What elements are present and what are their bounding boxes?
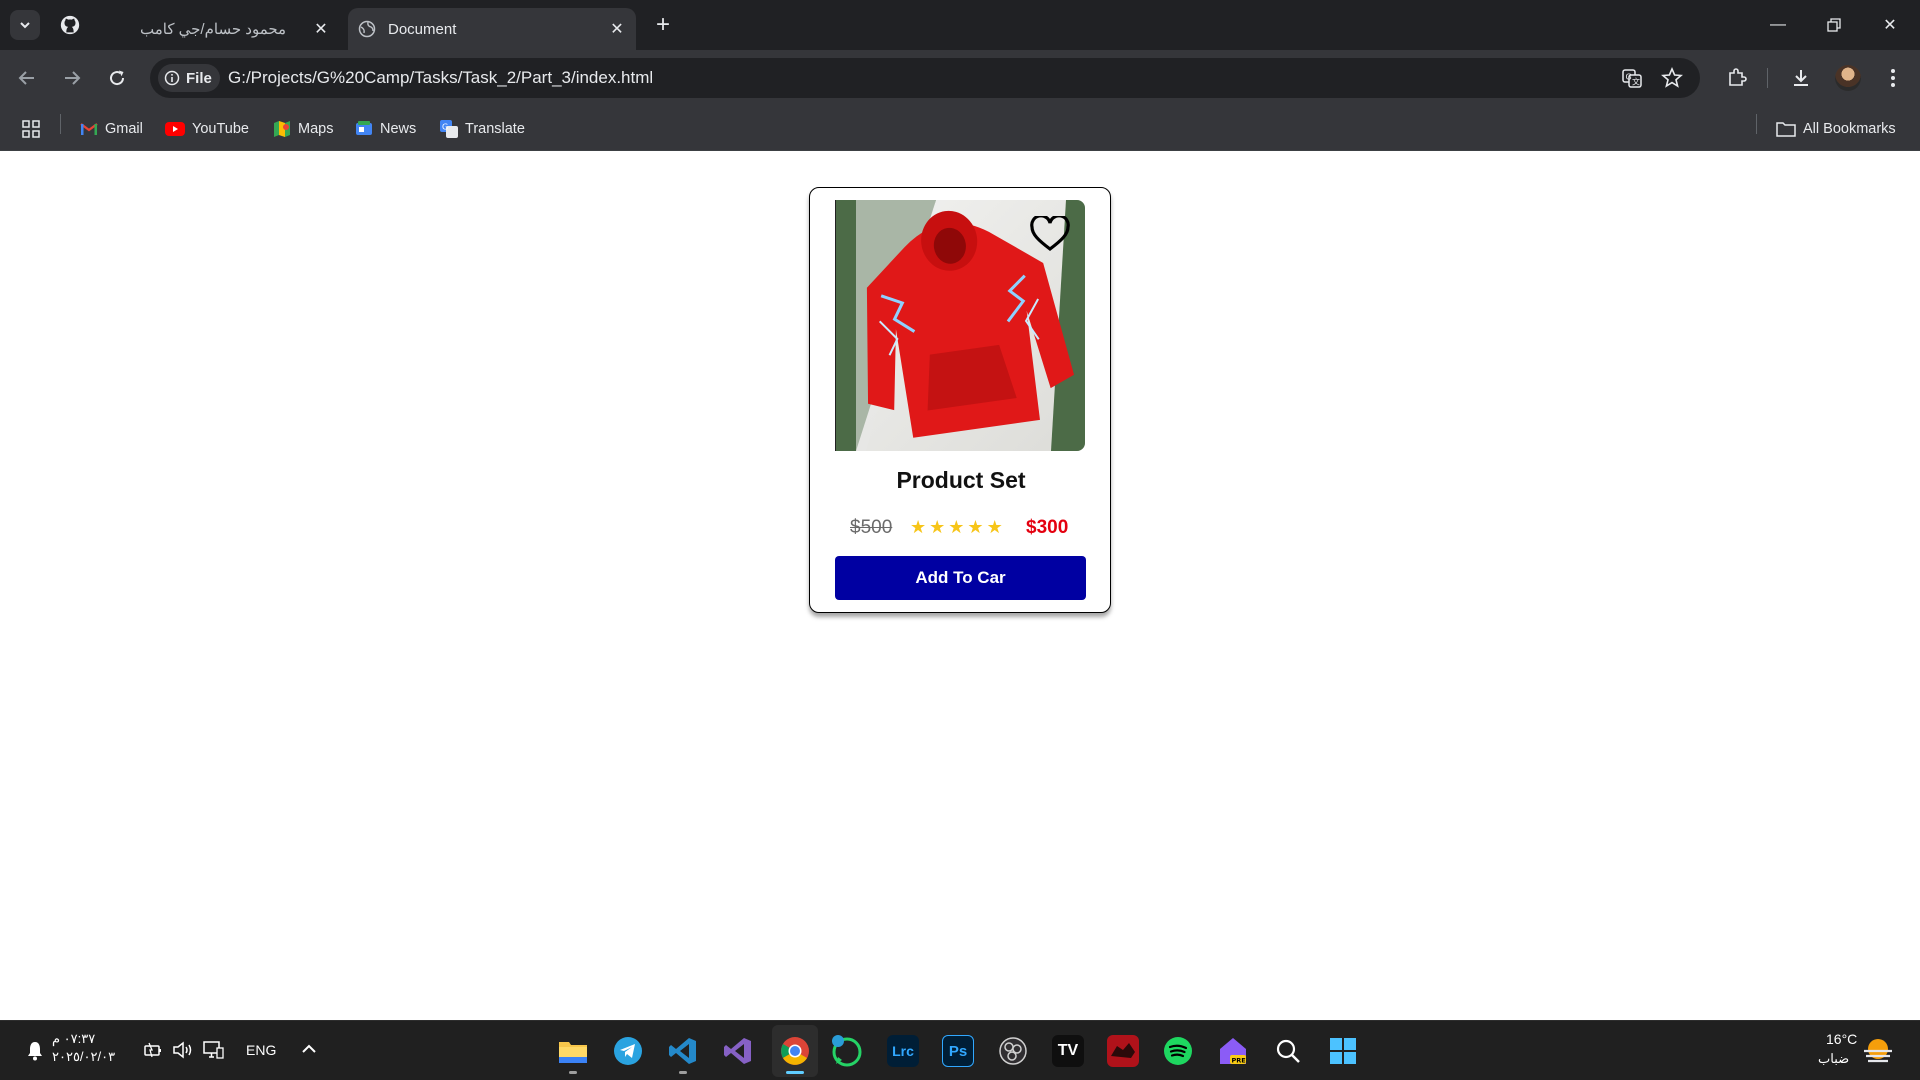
- tab-search-button[interactable]: [10, 10, 40, 40]
- bookmark-maps[interactable]: Maps: [273, 118, 333, 140]
- vscode-icon[interactable]: [667, 1035, 699, 1067]
- home-pre-icon[interactable]: PRE: [1217, 1035, 1249, 1067]
- close-icon[interactable]: ✕: [608, 20, 626, 38]
- chevron-down-icon: [20, 22, 30, 29]
- chevron-up-icon[interactable]: [301, 1043, 317, 1055]
- site-info-chip[interactable]: File: [158, 64, 220, 92]
- old-price: $500: [850, 517, 893, 538]
- minimize-icon[interactable]: —: [1758, 10, 1798, 40]
- toolbar-divider: [1767, 68, 1768, 88]
- svg-text:文: 文: [1632, 77, 1640, 87]
- star-icon: ★: [967, 517, 984, 537]
- file-explorer-icon[interactable]: [557, 1035, 589, 1067]
- visual-studio-icon[interactable]: [722, 1035, 754, 1067]
- apps-grid-icon[interactable]: [22, 118, 40, 140]
- chrome-icon[interactable]: [779, 1035, 811, 1067]
- favorite-heart-icon[interactable]: [1030, 214, 1070, 257]
- reload-icon[interactable]: [102, 63, 132, 93]
- globe-icon: [358, 20, 376, 38]
- new-price: $300: [1026, 517, 1069, 538]
- new-tab-button[interactable]: +: [650, 11, 676, 38]
- youtube-icon: [165, 122, 185, 136]
- obs-icon[interactable]: [997, 1035, 1029, 1067]
- maps-icon: [274, 121, 290, 137]
- forward-icon[interactable]: [57, 63, 87, 93]
- volume-icon[interactable]: [172, 1041, 194, 1059]
- clock-time[interactable]: ٠٧:٣٧ م: [52, 1031, 95, 1047]
- telegram-icon[interactable]: [612, 1035, 644, 1067]
- running-indicator: [679, 1071, 687, 1074]
- bookmark-star-icon[interactable]: [1660, 66, 1684, 90]
- close-icon[interactable]: ✕: [312, 20, 330, 38]
- weather-temp[interactable]: 16°C: [1826, 1031, 1857, 1047]
- svg-text:PRE: PRE: [1232, 1057, 1246, 1065]
- address-bar[interactable]: File G:/Projects/G%20Camp/Tasks/Task_2/P…: [150, 58, 1700, 98]
- info-icon: [164, 70, 180, 86]
- tab-title: Document: [388, 20, 457, 38]
- taskbar: ٠٧:٣٧ م ٢٠٢٥/٠٢/٠٣ ENG Lrc Ps TV PRE 16°…: [0, 1020, 1920, 1080]
- tradingview-icon[interactable]: TV: [1052, 1035, 1084, 1067]
- github-icon[interactable]: [55, 10, 85, 40]
- tab-document[interactable]: Document ✕: [348, 8, 636, 50]
- photoshop-icon[interactable]: Ps: [942, 1035, 974, 1067]
- spotify-icon[interactable]: [1162, 1035, 1194, 1067]
- running-indicator: [569, 1071, 577, 1074]
- browser-toolbar: File G:/Projects/G%20Camp/Tasks/Task_2/P…: [0, 50, 1920, 106]
- news-icon: [356, 121, 372, 135]
- weather-desc[interactable]: ضباب: [1818, 1051, 1849, 1067]
- star-icon: ★: [986, 517, 1003, 537]
- bookmark-translate[interactable]: G Translate: [440, 118, 525, 140]
- url-text[interactable]: G:/Projects/G%20Camp/Tasks/Task_2/Part_3…: [228, 68, 653, 88]
- chip-label: File: [186, 69, 212, 87]
- product-title: Product Set: [896, 467, 1026, 493]
- tab-strip: محمود حسام/جي كامب ✕ Document ✕ + — ✕: [0, 0, 1920, 50]
- menu-kebab-icon[interactable]: [1878, 63, 1908, 93]
- svg-text:G: G: [442, 123, 448, 132]
- star-icon: ★: [948, 517, 965, 537]
- gmail-icon: [80, 123, 98, 135]
- rating-stars: ★ ★ ★ ★ ★: [910, 518, 1003, 536]
- game-icon[interactable]: [1107, 1035, 1139, 1067]
- download-icon[interactable]: [1786, 63, 1816, 93]
- tab-title: محمود حسام/جي كامب: [140, 21, 287, 38]
- profile-avatar[interactable]: [1835, 65, 1861, 91]
- all-bookmarks[interactable]: All Bookmarks: [1776, 118, 1896, 140]
- add-to-cart-button[interactable]: Add To Car: [835, 556, 1086, 600]
- bookmarks-bar: Gmail YouTube Maps News G Translate All …: [0, 106, 1920, 151]
- bookmark-youtube[interactable]: YouTube: [165, 118, 249, 140]
- bookmarks-divider: [60, 114, 61, 134]
- star-icon: ★: [929, 517, 946, 537]
- notification-bell-icon[interactable]: [26, 1041, 44, 1061]
- battery-icon[interactable]: [143, 1041, 163, 1059]
- translate-icon: G: [440, 120, 458, 138]
- bookmarks-divider: [1756, 114, 1757, 134]
- lightroom-classic-icon[interactable]: Lrc: [887, 1035, 919, 1067]
- translate-page-icon[interactable]: G文: [1620, 66, 1644, 90]
- star-icon: ★: [910, 517, 927, 537]
- bookmark-gmail[interactable]: Gmail: [80, 118, 143, 140]
- language-indicator[interactable]: ENG: [246, 1042, 276, 1058]
- price-row: $500 ★ ★ ★ ★ ★ $300: [810, 513, 1112, 543]
- close-window-icon[interactable]: ✕: [1870, 10, 1910, 40]
- search-icon[interactable]: [1272, 1035, 1304, 1067]
- whatsapp-icon[interactable]: [830, 1035, 862, 1067]
- folder-icon: [1776, 122, 1796, 137]
- tab-github[interactable]: محمود حسام/جي كامب ✕: [140, 8, 340, 50]
- back-icon[interactable]: [12, 63, 42, 93]
- fog-weather-icon[interactable]: [1862, 1037, 1894, 1065]
- restore-icon[interactable]: [1814, 10, 1854, 40]
- extensions-icon[interactable]: [1722, 63, 1752, 93]
- svg-text:G: G: [1626, 73, 1632, 82]
- page-viewport: Product Set $500 ★ ★ ★ ★ ★ $300 Add To C…: [0, 151, 1920, 1020]
- start-icon[interactable]: [1327, 1035, 1359, 1067]
- network-icon[interactable]: [202, 1040, 224, 1060]
- bookmark-news[interactable]: News: [355, 118, 416, 140]
- clock-date[interactable]: ٢٠٢٥/٠٢/٠٣: [52, 1049, 115, 1065]
- active-indicator: [786, 1071, 804, 1074]
- product-card: Product Set $500 ★ ★ ★ ★ ★ $300 Add To C…: [809, 187, 1111, 613]
